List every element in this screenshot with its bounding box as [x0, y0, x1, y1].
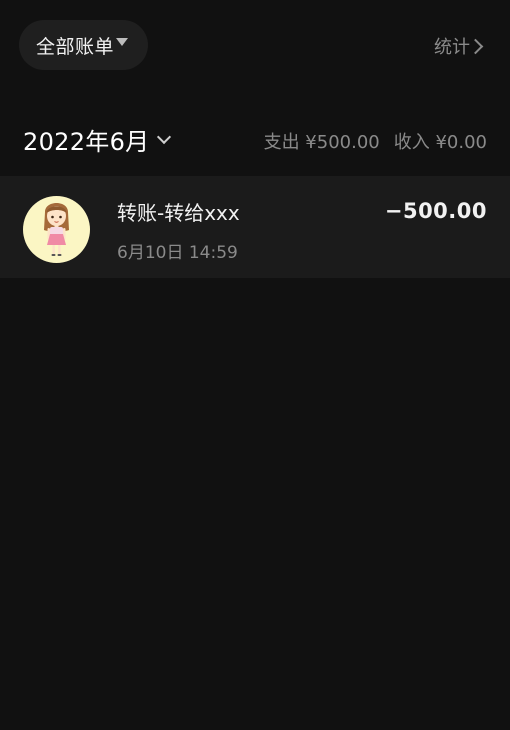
month-selector[interactable]: 2022年6月 — [23, 122, 172, 157]
stats-label: 统计 — [434, 37, 470, 58]
stats-link[interactable]: 统计 — [434, 33, 484, 59]
bill-filter-label: 全部账单 — [36, 35, 115, 58]
girl-avatar-icon — [23, 196, 90, 263]
income-total: 收入 ¥0.00 — [393, 132, 487, 153]
top-bar: 全部账单 统计 — [0, 0, 510, 92]
bill-filter-dropdown[interactable]: 全部账单 — [19, 20, 148, 70]
transaction-amount: −500.00 — [384, 199, 487, 223]
transaction-row[interactable]: 转账-转给xxx 6月10日 14:59 −500.00 — [0, 176, 510, 278]
girl-avatar-graphic — [44, 203, 69, 256]
transaction-time: 6月10日 14:59 — [117, 243, 238, 263]
transaction-title: 转账-转给xxx — [117, 201, 240, 225]
caret-down-icon — [116, 38, 129, 46]
month-label: 2022年6月 — [23, 128, 150, 156]
chevron-right-icon — [467, 38, 484, 54]
month-header: 2022年6月 支出 ¥500.00 收入 ¥0.00 — [0, 110, 510, 166]
chevron-down-icon — [157, 129, 172, 144]
expense-total: 支出 ¥500.00 — [263, 132, 380, 153]
month-summary: 支出 ¥500.00 收入 ¥0.00 — [264, 128, 487, 154]
